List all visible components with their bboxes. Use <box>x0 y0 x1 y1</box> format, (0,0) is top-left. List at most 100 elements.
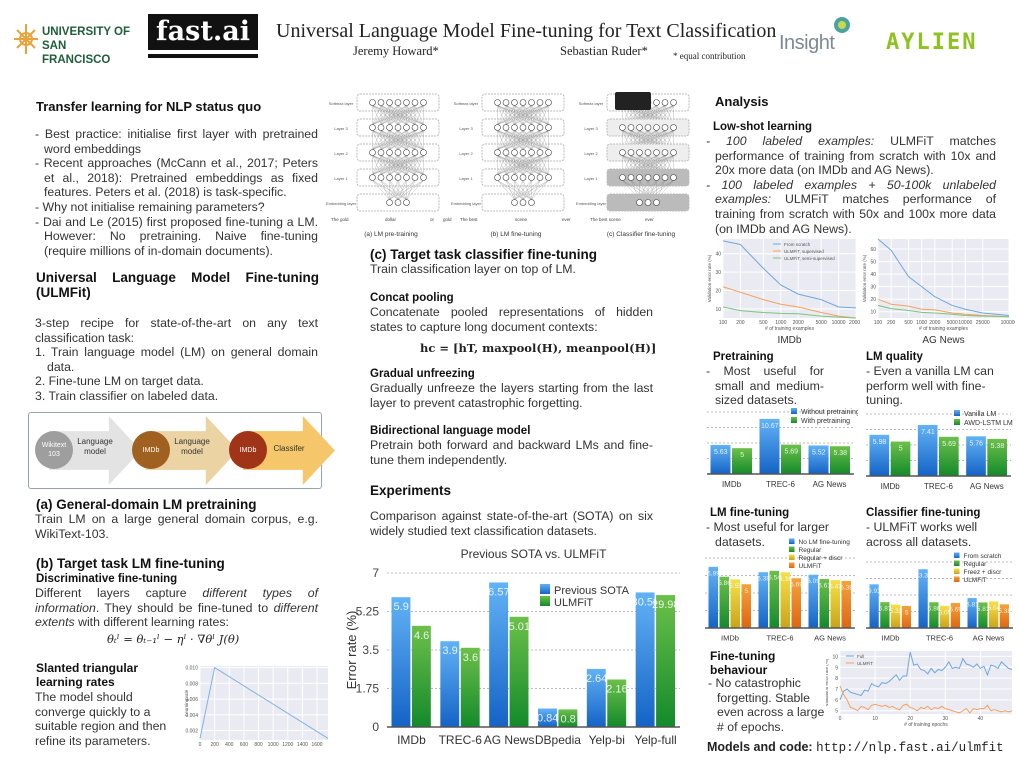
bar-value-label: 5.38 <box>998 608 1011 615</box>
x-tick-label: 100 <box>874 320 883 326</box>
usf-line2: SAN FRANCISCO <box>42 40 111 66</box>
x-tick-label: 0 <box>199 742 202 748</box>
neuron <box>519 149 527 156</box>
pretraining-text: - Most useful for small and medium-sized… <box>706 364 824 408</box>
fastai-logo-text: fast.ai <box>156 16 250 47</box>
y-tick-label: 10 <box>870 310 876 316</box>
neuron <box>653 99 660 106</box>
legend-label: With pretraining <box>801 418 850 425</box>
neuron <box>511 124 518 131</box>
bar-value-label: 5 <box>899 446 903 453</box>
ulmfit-intro: 3-step recipe for state-of-the-art on an… <box>35 316 318 345</box>
bar-value-label: 9.93 <box>868 588 881 595</box>
neuron <box>369 124 376 131</box>
neuron <box>394 149 402 156</box>
x-tick-label: Yelp-bi <box>589 733 625 747</box>
legend-label: ULMFiT <box>554 597 593 609</box>
x-tick-label: IMDb <box>882 634 900 643</box>
x-tick-label: 0 <box>839 716 842 722</box>
diagram-word: scene <box>515 217 528 222</box>
neuron <box>420 174 427 181</box>
legend-label: ULMFiT <box>799 563 822 570</box>
discriminative-formula: θₜˡ = θₜ₋₁ˡ − ηˡ · ∇θˡ J(θ) <box>107 632 240 646</box>
neuron <box>536 99 544 106</box>
gradual-unfreezing-text: Gradually unfreeze the layers starting f… <box>370 381 653 410</box>
y-tick-label: 5.25 <box>356 605 380 619</box>
lm-finetuning-chart: 6.995.865.555IMDb6.386.546.365.69TREC-66… <box>705 538 855 643</box>
neuron <box>369 174 376 181</box>
lm-ft-heading: LM fine-tuning <box>710 507 790 519</box>
y-tick-label: 30 <box>715 270 721 276</box>
y-axis-label: Validation error rate (%) <box>826 658 829 706</box>
classifier-ft-heading: (c) Target task classifier fine-tuning <box>370 247 598 262</box>
lm-quality-text: - Even a vanilla LM can perform well wit… <box>866 364 994 408</box>
x-tick-label: 800 <box>254 742 263 748</box>
diagram-word: ever <box>562 217 571 222</box>
discriminative-text: Different layers capture different types… <box>35 586 318 630</box>
concat-pooling-heading: Concat pooling <box>370 292 454 304</box>
layer-label: Layer 3 <box>334 126 348 131</box>
layer-label: Layer 1 <box>459 176 473 181</box>
neuron <box>394 199 402 206</box>
bidirectional-heading: Bidirectional language model <box>370 425 531 437</box>
bar-value-label: 3.9 <box>442 645 457 657</box>
bar <box>635 592 655 727</box>
neuron <box>369 149 376 156</box>
neuron <box>519 99 527 106</box>
lowshot-agnews-chart: 102030405060100 200 500 1000 2000 5000 10000 25… <box>862 238 1015 346</box>
connection <box>505 180 515 200</box>
y-tick-label: 7 <box>372 566 379 580</box>
neuron <box>653 124 660 131</box>
models-link[interactable]: http://nlp.fast.ai/ulmfit <box>816 741 1004 755</box>
list-item: - Best practice: initialise first layer … <box>35 127 318 156</box>
neuron <box>502 99 510 106</box>
models-label: Models and code: <box>707 740 813 754</box>
ulmfit-flow-diagram: Wikitext 103 Language model IMDb Language m… <box>28 412 335 489</box>
neuron <box>619 124 626 131</box>
bar-value-label: 4.6 <box>414 630 429 642</box>
bar-value-label: 5.55 <box>729 583 742 590</box>
bar-value-label: 5.32 <box>890 608 903 615</box>
x-tick-label: 500 <box>904 320 913 326</box>
x-tick-label: TREC-6 <box>766 634 793 643</box>
diagram-word: ever <box>645 217 654 222</box>
chart-title: IMDb <box>778 335 802 346</box>
legend-swatch <box>954 560 960 566</box>
list-item: 1. Train language model (LM) on general … <box>35 345 318 374</box>
legend-swatch <box>789 546 795 552</box>
connection <box>372 180 390 200</box>
diagram-word: The best scene <box>590 217 621 222</box>
neuron <box>545 99 552 106</box>
flow-dataset-circle: IMDb <box>229 431 267 469</box>
insight-emblem-icon <box>834 17 850 33</box>
aylien-logo: AYLIEN <box>886 30 978 55</box>
classifier-block <box>615 92 651 110</box>
neuron <box>411 124 419 131</box>
layer-label: Layer 1 <box>584 176 598 181</box>
neuron <box>627 149 635 156</box>
neuron <box>502 124 510 131</box>
y-tick-label: 0.008 <box>185 681 198 687</box>
connection <box>397 180 424 200</box>
x-tick-label: Yelp-full <box>634 733 676 747</box>
layer-label: Embedding layer <box>576 201 607 206</box>
legend-label: AWD-LSTM LM <box>964 420 1013 427</box>
legend-label: Regular <box>799 547 823 554</box>
bar-value-label: 5.63 <box>714 449 728 456</box>
x-tick-label: IMDb <box>397 733 426 747</box>
x-tick-label: AG News <box>484 733 535 747</box>
neuron <box>619 174 626 181</box>
neuron <box>511 149 518 156</box>
bar-value-label: 7.41 <box>921 429 935 436</box>
neuron <box>377 99 385 106</box>
legend-swatch <box>540 584 550 594</box>
neuron <box>386 174 393 181</box>
neuron <box>661 174 669 181</box>
target-lm-heading: (b) Target task LM fine-tuning <box>36 556 225 571</box>
neuron <box>502 174 510 181</box>
connection <box>497 180 515 200</box>
behaviour-text: - No catastrophic forgetting. Stable eve… <box>708 676 825 734</box>
x-tick-label: AG News <box>813 480 847 489</box>
neuron <box>394 99 402 106</box>
bar-value-label: 5.69 <box>790 582 803 589</box>
